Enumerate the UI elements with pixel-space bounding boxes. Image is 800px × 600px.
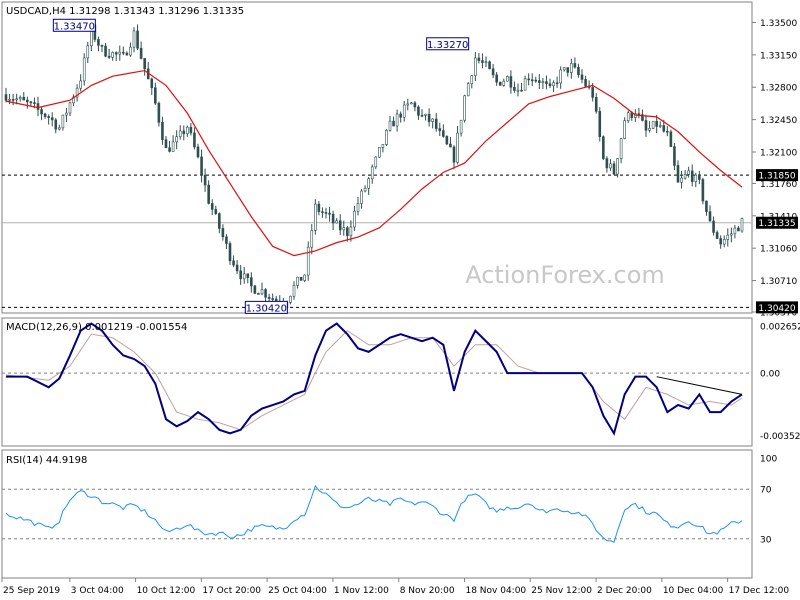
y-tick-label: 100 [760,455,777,465]
candlestick [651,120,655,130]
y-tick-label: 0.00 [760,370,780,380]
y-tick-label: 1.30710 [760,277,797,287]
candlestick [740,217,744,233]
chart-canvas: ActionForex.com 1.33470 1.33270 1.30420 1.… [0,0,800,600]
svg-text:1.31850: 1.31850 [758,172,795,182]
price-tag: 1.30420 [756,301,798,314]
svg-text:1.30420: 1.30420 [758,304,795,314]
candlestick [253,284,257,294]
candlestick [463,94,466,123]
price-annotation: 1.33470 [52,18,96,32]
y-tick-label: 1.33500 [760,19,797,29]
x-tick-label: 2 Dec 20:00 [597,586,652,596]
svg-text:1.30420: 1.30420 [246,303,287,314]
svg-text:1.33470: 1.33470 [54,21,95,32]
candlestick [623,117,626,140]
x-tick-label: 1 Nov 12:00 [334,586,389,596]
rsi-panel-title: RSI(14) 44.9198 [6,455,87,466]
x-tick-label: 25 Oct 04:00 [268,586,327,596]
x-tick-label: 17 Dec 12:00 [729,586,790,596]
x-tick-label: 10 Oct 12:00 [137,586,196,596]
y-tick-label: 1.32450 [760,116,797,126]
candlestick [488,60,491,70]
watermark: ActionForex.com [465,261,665,289]
price-panel-title: USDCAD,H4 1.31298 1.31343 1.31296 1.3133… [6,6,244,17]
x-tick-label: 10 Dec 04:00 [663,586,724,596]
price-tag: 1.31850 [756,169,798,182]
candlestick [506,75,509,82]
macd-panel-title: MACD(12,26,9) 0.001219 -0.001554 [6,322,187,333]
candlestick [378,147,381,159]
candlestick [598,107,602,142]
candlestick [669,129,673,147]
candlestick [602,135,605,161]
x-tick-label: 18 Nov 04:00 [465,586,526,596]
y-tick-label: 1.31060 [760,245,797,255]
candlestick [466,82,470,97]
y-tick-label: 1.32100 [760,148,797,158]
price-annotation: 1.30420 [244,300,288,314]
y-tick-label: 1.32800 [760,84,797,94]
candlestick [299,276,303,281]
svg-text:1.33270: 1.33270 [427,40,468,51]
candlestick [385,129,388,147]
x-tick-label: 17 Oct 20:00 [202,586,261,596]
candlestick [306,241,310,281]
x-tick-label: 25 Nov 12:00 [531,586,592,596]
y-tick-label: 30 [760,535,772,545]
svg-text:1.31335: 1.31335 [758,219,795,229]
x-tick-label: 8 Nov 20:00 [400,586,455,596]
y-tick-label: -0.003526 [760,432,800,442]
chart-background [0,0,800,600]
candlestick [445,135,449,145]
x-tick-label: 25 Sep 2019 [3,586,60,596]
y-tick-label: 70 [760,486,772,496]
candlestick [701,177,705,205]
candlestick [314,199,317,235]
candlestick [498,81,502,86]
y-tick-label: 1.33150 [760,51,797,61]
price-annotation: 1.33270 [426,37,470,51]
candlestick [82,53,86,86]
y-tick-label: 0.002652 [760,323,800,333]
x-tick-label: 3 Oct 04:00 [71,586,124,596]
price-tag: 1.31335 [756,216,798,229]
